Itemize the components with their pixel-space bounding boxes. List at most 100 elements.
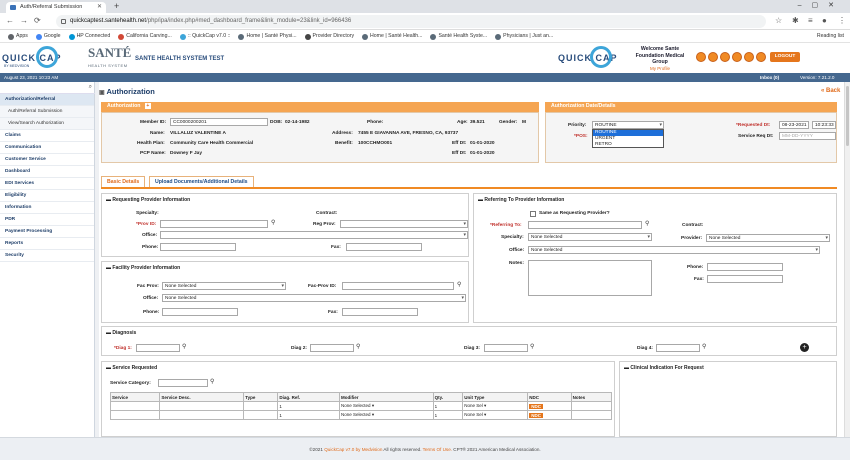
fac-fax-input[interactable] (342, 308, 418, 316)
diag1-search-icon[interactable]: ⚲ (182, 343, 186, 350)
profile-icon[interactable]: ● (822, 16, 827, 25)
service-req-input[interactable]: MM-DD-YYYY (779, 132, 836, 140)
main-scrollbar-thumb[interactable] (846, 86, 849, 146)
service-category-input[interactable] (158, 379, 208, 387)
sidebar-search-icon[interactable]: ⌕ (89, 84, 92, 91)
modifier-select[interactable]: None Selected ▾ (339, 401, 434, 411)
sidebar-item[interactable]: EDI Services (0, 178, 94, 190)
reload-icon[interactable]: ⟳ (34, 16, 41, 25)
fax-input-req[interactable] (346, 243, 422, 251)
referring-specialty-select[interactable]: None Selected (528, 233, 652, 241)
bookmark-item[interactable]: Home | Santé Physi... (238, 30, 297, 43)
my-profile-link[interactable]: My Profile (630, 66, 690, 73)
sidebar-item[interactable]: Customer Service (0, 154, 94, 166)
sidebar-item[interactable]: Claims (0, 130, 94, 142)
qty-cell-value[interactable]: 1 (435, 413, 438, 418)
diag-ref-cell[interactable]: 1 (277, 410, 341, 420)
sidebar-search[interactable]: ⌕ (0, 82, 95, 94)
diag3-search-icon[interactable]: ⚲ (530, 343, 534, 350)
diag2-input[interactable] (310, 344, 354, 352)
tab-basic-details[interactable]: Basic Details (101, 176, 146, 187)
chevron-down-icon[interactable]: ▾ (483, 412, 486, 417)
add-diagnosis-icon[interactable]: + (800, 343, 809, 352)
bookmark-item[interactable]: Santé Health Syste... (430, 30, 487, 43)
service-category-search-icon[interactable]: ⚲ (210, 378, 214, 385)
settings-icon[interactable] (744, 52, 754, 62)
messages-icon[interactable] (708, 52, 718, 62)
qty-cell-value[interactable]: 1 (435, 404, 438, 409)
ndc-button-value[interactable]: NDC (529, 412, 543, 418)
footer-quickcap-link[interactable]: QuickCap v7.0 by Medvision (324, 447, 382, 452)
fac-prov-select[interactable]: None Selected (162, 282, 286, 290)
sidebar-item[interactable]: Information (0, 202, 94, 214)
diag-ref-cell-value[interactable]: 1 (279, 404, 282, 409)
bookmark-item[interactable]: HP Connected (68, 30, 110, 43)
fac-phone-input[interactable] (162, 308, 238, 316)
sidebar-item[interactable]: PDR (0, 214, 94, 226)
qty-cell[interactable]: 1 (432, 401, 464, 411)
unit-type-select[interactable]: None Sel ▾ (462, 410, 529, 420)
sidebar-item[interactable]: View/Search Authorization (0, 118, 94, 130)
sidebar-item[interactable]: Reports (0, 238, 94, 250)
requested-time-input[interactable]: 10:23:33 (812, 121, 836, 129)
sidebar-item[interactable]: Authorization/Referral (0, 94, 94, 106)
menu-icon[interactable]: ⋮ (838, 16, 846, 25)
sidebar-item[interactable]: Payment Processing (0, 226, 94, 238)
fac-prov-search-icon[interactable]: ⚲ (457, 281, 461, 288)
star-icon[interactable]: ☆ (775, 16, 782, 25)
referring-to-search-icon[interactable]: ⚲ (645, 220, 649, 227)
auth-add-icon[interactable]: + (144, 103, 151, 109)
fac-office-select[interactable]: None Selected (162, 294, 466, 302)
referring-office-select[interactable]: None Selected (528, 246, 820, 254)
notes-textarea[interactable] (528, 260, 652, 296)
bookmark-item[interactable]: Apps (8, 30, 28, 43)
reading-list-button[interactable]: Reading list (817, 30, 844, 43)
browser-tab[interactable]: Auth/Referral Submission ✕ (6, 2, 106, 13)
bookmark-item[interactable]: :: QuickCap v7.0 :: (179, 30, 230, 43)
service-input[interactable] (109, 401, 161, 411)
footer-terms-link[interactable]: Terms Of Use. (423, 447, 452, 452)
qty-cell[interactable]: 1 (432, 410, 464, 420)
back-arrow-icon[interactable]: ← (6, 16, 14, 25)
extensions-icon[interactable]: ✱ (792, 16, 799, 25)
sidebar-item[interactable]: Communication (0, 142, 94, 154)
modifier-select-value[interactable]: None Selected (341, 412, 371, 417)
priority-option[interactable]: RETRO (593, 142, 663, 148)
notification-icon[interactable] (696, 52, 706, 62)
office-select[interactable] (160, 231, 468, 239)
diag3-input[interactable] (484, 344, 528, 352)
close-tab-icon[interactable]: ✕ (97, 2, 102, 13)
member-id-input[interactable]: CC0000200201 (170, 118, 268, 126)
unit-type-select-value[interactable]: None Sel (464, 412, 483, 417)
ndc-button-value[interactable]: NDC (529, 403, 543, 409)
help-icon[interactable] (732, 52, 742, 62)
logout-button[interactable]: LOGOUT (770, 52, 800, 62)
diag1-input[interactable] (136, 344, 180, 352)
home-icon[interactable] (756, 52, 766, 62)
alerts-icon[interactable] (720, 52, 730, 62)
referring-provider-select[interactable]: None Selected (706, 234, 830, 242)
window-controls[interactable]: –▢✕ (798, 1, 844, 9)
sidebar-item[interactable]: Dashboard (0, 166, 94, 178)
referring-fax-input[interactable] (707, 275, 783, 283)
chevron-down-icon[interactable]: ▾ (483, 403, 486, 408)
prov-id-input[interactable] (160, 220, 268, 228)
sidebar-item[interactable]: Security (0, 250, 94, 262)
fac-prov-id-input[interactable] (342, 282, 454, 290)
req-prov-select[interactable] (340, 220, 468, 228)
collapse-icon[interactable]: ▣ (99, 90, 105, 96)
diag2-search-icon[interactable]: ⚲ (356, 343, 360, 350)
bookmark-item[interactable]: Google (35, 30, 61, 43)
bookmark-item[interactable]: Provider Directory (304, 30, 354, 43)
referring-phone-input[interactable] (707, 263, 783, 271)
new-tab-icon[interactable]: + (114, 1, 119, 11)
requested-date-input[interactable]: 08-23-2021 (779, 121, 809, 129)
same-as-checkbox[interactable] (530, 211, 536, 217)
diag4-search-icon[interactable]: ⚲ (702, 343, 706, 350)
back-link[interactable]: « Back (821, 88, 840, 94)
diag4-input[interactable] (656, 344, 700, 352)
bookmark-item[interactable]: Home | Santé Health... (362, 30, 422, 43)
unit-type-select-value[interactable]: None Sel (464, 403, 483, 408)
sidebar-item[interactable]: Eligibility (0, 190, 94, 202)
phone-input-req[interactable] (160, 243, 236, 251)
